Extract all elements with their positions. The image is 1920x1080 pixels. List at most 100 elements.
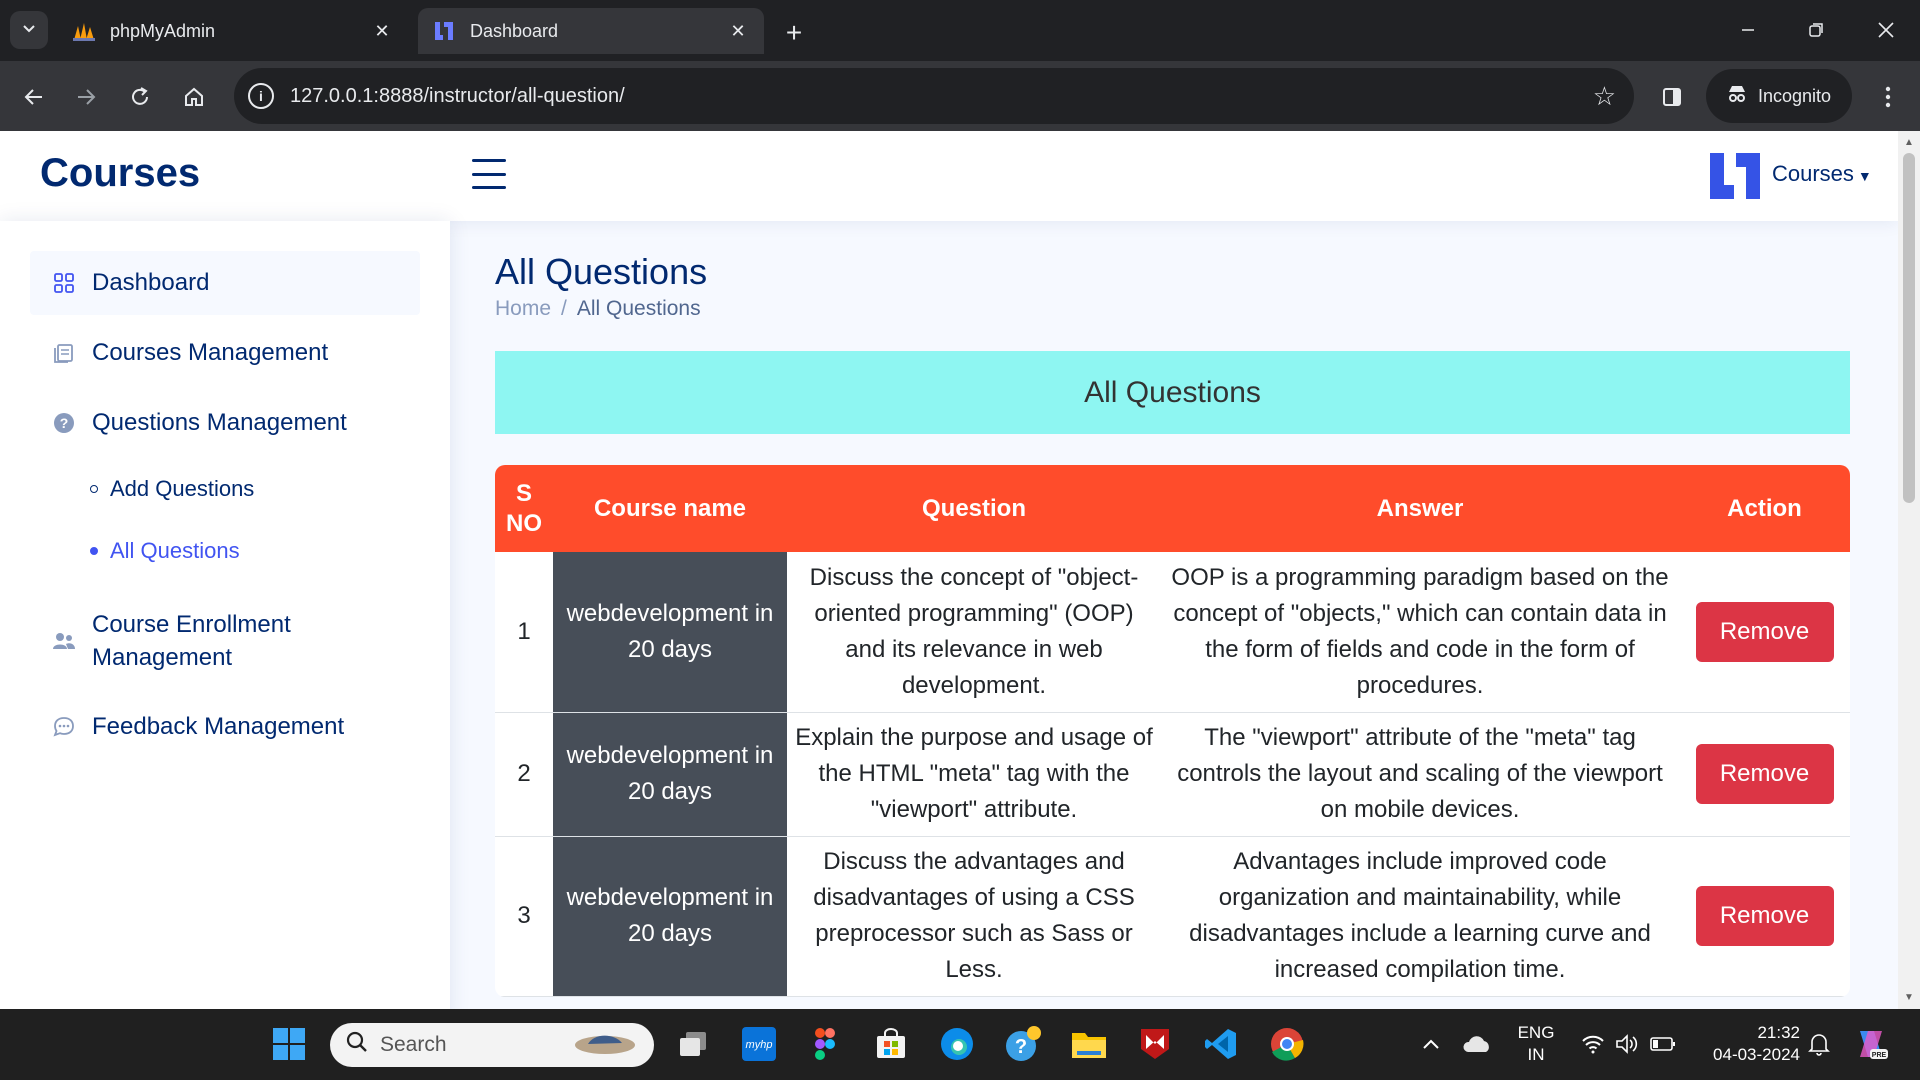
- more-menu-icon[interactable]: [1868, 77, 1908, 117]
- sidebar-toggle-icon[interactable]: [472, 159, 506, 189]
- browser-tab-strip: phpMyAdmin ✕ Dashboard ✕ +: [0, 0, 1920, 61]
- close-icon[interactable]: ✕: [368, 17, 396, 45]
- site-info-icon[interactable]: i: [248, 83, 274, 109]
- battery-icon[interactable]: [1642, 1023, 1684, 1065]
- site-brand[interactable]: Courses: [40, 151, 200, 196]
- remove-button[interactable]: Remove: [1695, 601, 1834, 662]
- search-highlight-icon: [570, 1027, 640, 1063]
- mcafee-icon[interactable]: [1134, 1023, 1176, 1065]
- search-icon: [346, 1031, 368, 1059]
- breadcrumb-home[interactable]: Home: [495, 297, 551, 320]
- sidebar-item-dashboard[interactable]: Dashboard: [30, 251, 420, 315]
- task-view-icon[interactable]: [672, 1023, 714, 1065]
- sidebar-subitem-all-questions[interactable]: All Questions: [90, 538, 240, 564]
- svg-text:myhp: myhp: [746, 1039, 773, 1051]
- cell-answer: Advantages include improved code organiz…: [1161, 836, 1679, 997]
- url-text[interactable]: 127.0.0.1:8888/instructor/all-question/: [290, 85, 625, 108]
- file-explorer-icon[interactable]: [1068, 1023, 1110, 1065]
- onedrive-cloud-icon[interactable]: [1456, 1023, 1498, 1065]
- sidebar-subitem-add-questions[interactable]: Add Questions: [90, 476, 254, 502]
- forward-icon[interactable]: [66, 77, 106, 117]
- site-header: Courses Courses ▼: [0, 131, 1898, 221]
- figma-app-icon[interactable]: [804, 1023, 846, 1065]
- incognito-label: Incognito: [1758, 85, 1832, 106]
- user-dropdown[interactable]: Courses ▼: [1772, 161, 1872, 187]
- reload-icon[interactable]: [120, 77, 160, 117]
- home-icon[interactable]: [174, 77, 214, 117]
- tab-phpmyadmin[interactable]: phpMyAdmin ✕: [58, 8, 408, 54]
- column-header-question: Question: [787, 465, 1161, 552]
- cell-course: webdevelopment in 20 days: [553, 552, 787, 713]
- sidebar-item-course-enrollment-management[interactable]: Course Enrollment Management: [30, 601, 420, 681]
- remove-button[interactable]: Remove: [1695, 886, 1834, 946]
- incognito-icon: [1726, 83, 1748, 109]
- browser-toolbar: i 127.0.0.1:8888/instructor/all-question…: [0, 61, 1920, 131]
- cell-question: Discuss the advantages and disadvantages…: [787, 836, 1161, 997]
- breadcrumb-current: All Questions: [576, 297, 701, 320]
- cell-answer: OOP is a programming paradigm based on t…: [1161, 552, 1679, 713]
- close-window-icon[interactable]: [1864, 10, 1908, 50]
- cell-question: Discuss the concept of "object-oriented …: [787, 552, 1161, 713]
- vscode-icon[interactable]: [1200, 1023, 1242, 1065]
- minimize-icon[interactable]: [1726, 10, 1770, 50]
- restore-icon[interactable]: [1794, 10, 1838, 50]
- cell-answer: The "viewport" attribute of the "meta" t…: [1161, 712, 1679, 837]
- myhp-app-icon[interactable]: myhp: [738, 1023, 780, 1065]
- clock-time: 21:32: [1757, 1023, 1800, 1042]
- clock[interactable]: 21:32 04-03-2024: [1690, 1022, 1800, 1066]
- windows-start-icon[interactable]: [268, 1023, 310, 1065]
- bookmark-star-icon[interactable]: ☆: [1593, 81, 1616, 112]
- cell-sno: 1: [495, 552, 553, 713]
- journal-icon: [52, 341, 76, 365]
- incognito-badge[interactable]: Incognito: [1706, 69, 1852, 123]
- scroll-down-arrow-icon[interactable]: ▼: [1904, 992, 1914, 1003]
- cell-course: webdevelopment in 20 days: [553, 712, 787, 837]
- section-banner: All Questions: [495, 351, 1850, 434]
- new-tab-button[interactable]: +: [776, 15, 812, 51]
- sidebar-item-label: Courses Management: [92, 339, 329, 366]
- sidebar-item-feedback-management[interactable]: Feedback Management: [30, 695, 420, 759]
- grid-icon: [52, 271, 76, 295]
- page-scrollbar[interactable]: ▲ ▼: [1898, 131, 1920, 1009]
- cell-action: Remove: [1679, 552, 1850, 713]
- edge-browser-icon[interactable]: [936, 1023, 978, 1065]
- phpmyadmin-favicon-icon: [72, 19, 96, 43]
- sidebar-item-courses-management[interactable]: Courses Management: [30, 321, 420, 385]
- page-viewport: Courses Courses ▼ Dashboard Courses Manag…: [0, 131, 1898, 1009]
- show-hidden-icons-chevron-icon[interactable]: [1410, 1023, 1452, 1065]
- svg-text:PRE: PRE: [1872, 1052, 1887, 1059]
- site-logo-icon[interactable]: [1708, 149, 1762, 203]
- sidebar-subitem-label: Add Questions: [110, 476, 255, 501]
- tab-search-button[interactable]: [10, 11, 48, 49]
- notifications-icon[interactable]: [1798, 1023, 1840, 1065]
- sidebar-item-label: Feedback Management: [92, 713, 345, 740]
- remove-button[interactable]: Remove: [1695, 744, 1834, 804]
- help-app-icon[interactable]: ?: [1002, 1023, 1044, 1065]
- scroll-up-arrow-icon[interactable]: ▲: [1904, 137, 1914, 148]
- sidebar-subitem-label: All Questions: [110, 538, 240, 563]
- close-icon[interactable]: ✕: [724, 17, 752, 45]
- column-header-answer: Answer: [1161, 465, 1679, 552]
- column-header-course: Course name: [553, 465, 787, 552]
- address-bar[interactable]: i 127.0.0.1:8888/instructor/all-question…: [234, 68, 1634, 124]
- side-panel-icon[interactable]: [1652, 77, 1692, 117]
- scrollbar-thumb[interactable]: [1903, 153, 1915, 503]
- chrome-browser-icon[interactable]: [1266, 1023, 1308, 1065]
- search-placeholder: Search: [380, 1033, 447, 1056]
- back-icon[interactable]: [14, 77, 54, 117]
- bullet-icon: [90, 485, 98, 493]
- cell-action: Remove: [1679, 712, 1850, 837]
- microsoft-store-icon[interactable]: [870, 1023, 912, 1065]
- sidebar-item-label: Course Enrollment Management: [92, 611, 291, 671]
- cell-question: Explain the purpose and usage of the HTM…: [787, 712, 1161, 837]
- sidebar-item-label: Dashboard: [92, 269, 210, 296]
- sidebar-item-questions-management[interactable]: ? Questions Management: [30, 391, 420, 455]
- questions-table: S NO Course name Question Answer Action …: [495, 465, 1850, 997]
- column-header-sno: S NO: [495, 465, 553, 552]
- language-indicator[interactable]: ENG IN: [1512, 1022, 1560, 1066]
- taskbar-search-box[interactable]: Search: [330, 1023, 654, 1067]
- tab-dashboard[interactable]: Dashboard ✕: [418, 8, 764, 54]
- breadcrumb: Home / All Questions: [495, 297, 701, 321]
- questions-table-card: S NO Course name Question Answer Action …: [495, 465, 1850, 997]
- copilot-icon[interactable]: PRE: [1850, 1023, 1892, 1065]
